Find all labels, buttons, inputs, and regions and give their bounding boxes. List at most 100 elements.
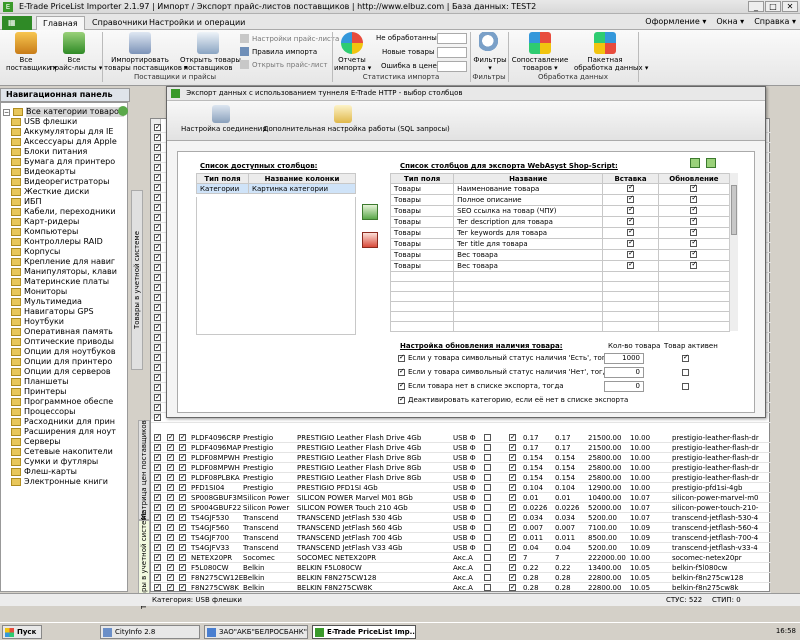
- table-row[interactable]: F5L080CW Belkin BELKIN F5L080CW Акс.А 0.22 0.…: [151, 563, 771, 573]
- row-checkbox[interactable]: [154, 153, 161, 162]
- table-row[interactable]: PLDF08MPWHPrestigio PRESTIGIO Leather Fla…: [151, 463, 771, 473]
- export-column-row[interactable]: Товары Teг keywords для товара: [389, 227, 731, 239]
- table-row[interactable]: PLDF4096CRPPrestigio PRESTIGIO Leather Fl…: [151, 433, 771, 443]
- row-checkbox[interactable]: [509, 483, 516, 492]
- export-table-scrollbar[interactable]: [729, 173, 738, 331]
- row-checkbox[interactable]: [179, 453, 186, 462]
- row-checkbox[interactable]: [509, 513, 516, 522]
- row-checkbox[interactable]: [154, 293, 161, 302]
- row-checkbox[interactable]: [167, 483, 174, 492]
- row-checkbox[interactable]: [484, 464, 491, 471]
- update-checkbox[interactable]: [690, 240, 698, 247]
- nav-tree[interactable]: − Все категории товаров USB флешки Аккуму…: [0, 102, 128, 592]
- export-columns-table[interactable]: Тип поля Название Вставка Обновление Тов…: [389, 173, 731, 332]
- nav-category-item[interactable]: Материнские платы: [11, 277, 109, 287]
- row-checkbox[interactable]: [154, 553, 161, 562]
- nav-category-item[interactable]: Сетевые накопители: [11, 447, 113, 457]
- move-down-icon[interactable]: [706, 158, 716, 168]
- row-checkbox[interactable]: [509, 503, 516, 512]
- row-checkbox[interactable]: [509, 443, 516, 452]
- nav-category-item[interactable]: Сумки и футляры: [11, 457, 98, 467]
- nav-category-item[interactable]: Компьютеры: [11, 227, 78, 237]
- export-column-row[interactable]: Товары Полное описание: [389, 194, 731, 206]
- row-checkbox[interactable]: [509, 463, 516, 472]
- row-checkbox[interactable]: [154, 523, 161, 532]
- import-goods-button[interactable]: Импортировать товары поставщиков ▾: [104, 32, 188, 72]
- row-checkbox[interactable]: [484, 444, 491, 451]
- scroll-thumb[interactable]: [731, 185, 737, 235]
- row-checkbox[interactable]: [154, 143, 161, 152]
- windows-menu[interactable]: Окна ▾: [716, 17, 744, 26]
- row-checkbox[interactable]: [154, 473, 161, 482]
- row-checkbox[interactable]: [154, 183, 161, 192]
- row-checkbox[interactable]: [167, 503, 174, 512]
- tab-settings[interactable]: Настройки и операции: [143, 16, 251, 30]
- vtab-price-matrix[interactable]: Матрица цен поставщиков: [138, 420, 150, 520]
- row-checkbox[interactable]: [509, 543, 516, 552]
- row-checkbox[interactable]: [484, 474, 491, 481]
- update-option-row[interactable]: Если у товара символьный статус наличия …: [398, 353, 615, 362]
- update-checkbox[interactable]: [690, 207, 698, 214]
- nav-category-item[interactable]: Опции для принтеро: [11, 357, 112, 367]
- theme-menu[interactable]: Оформление ▾: [645, 17, 706, 26]
- nav-category-item[interactable]: Ноутбуки: [11, 317, 64, 327]
- refresh-icon[interactable]: [118, 106, 128, 116]
- table-row[interactable]: PFD1SI04 Prestigio PRESTIGIO PFD1SI 4Gb USB…: [151, 483, 771, 493]
- row-checkbox[interactable]: [154, 483, 161, 492]
- connection-settings-button[interactable]: Настройка соединения: [181, 105, 267, 133]
- row-checkbox[interactable]: [179, 573, 186, 582]
- row-checkbox[interactable]: [154, 393, 161, 402]
- nav-category-item[interactable]: Расширения для ноут: [11, 427, 116, 437]
- table-row[interactable]: TS4GJF560 Transcend TRANSCEND JetFlash 560…: [151, 523, 771, 533]
- row-checkbox[interactable]: [179, 543, 186, 552]
- remove-column-icon[interactable]: [362, 232, 378, 248]
- row-checkbox[interactable]: [484, 564, 491, 571]
- nav-category-item[interactable]: Опции для серверов: [11, 367, 111, 377]
- option-checkbox[interactable]: [398, 367, 405, 376]
- add-column-icon[interactable]: [362, 204, 378, 220]
- row-checkbox[interactable]: [179, 533, 186, 542]
- nav-category-item[interactable]: Кабели, переходники: [11, 207, 116, 217]
- insert-checkbox[interactable]: [627, 229, 635, 236]
- row-checkbox[interactable]: [154, 503, 161, 512]
- close-button[interactable]: ✕: [782, 1, 798, 12]
- insert-checkbox[interactable]: [627, 251, 635, 258]
- row-checkbox[interactable]: [154, 453, 161, 462]
- export-column-row[interactable]: Товары Вес товара: [389, 249, 731, 261]
- nav-category-item[interactable]: Мультимедиа: [11, 297, 82, 307]
- update-checkbox[interactable]: [690, 196, 698, 203]
- row-checkbox[interactable]: [179, 483, 186, 492]
- row-checkbox[interactable]: [179, 493, 186, 502]
- update-option-row[interactable]: Деактивировать категорию, если её нет в …: [398, 395, 628, 404]
- row-checkbox[interactable]: [509, 573, 516, 582]
- row-checkbox[interactable]: [167, 533, 174, 542]
- update-checkbox[interactable]: [690, 251, 698, 258]
- nav-category-item[interactable]: Процессоры: [11, 407, 75, 417]
- export-column-row[interactable]: Товары Наименование товара: [389, 183, 731, 195]
- row-checkbox[interactable]: [484, 504, 491, 511]
- vtab-accounting-goods[interactable]: Товары в учетной системе: [131, 190, 143, 370]
- start-button[interactable]: Пуск: [2, 625, 42, 639]
- nav-category-item[interactable]: Оптические приводы: [11, 337, 114, 347]
- row-checkbox[interactable]: [167, 433, 174, 442]
- available-columns-table[interactable]: Тип поля Название колонки Категории Карти…: [196, 173, 356, 194]
- row-checkbox[interactable]: [167, 443, 174, 452]
- nav-category-item[interactable]: Опции для ноутбуков: [11, 347, 116, 357]
- qty-input[interactable]: 0: [604, 381, 644, 392]
- reports-button[interactable]: Отчеты импорта ▾: [334, 32, 371, 72]
- vtab-accounting-goods-2[interactable]: Товары в учетной системе: [138, 511, 150, 609]
- nav-category-item[interactable]: Аксессуары для Apple: [11, 137, 117, 147]
- row-checkbox[interactable]: [154, 583, 161, 592]
- taskbar-etrade[interactable]: E-Trade PriceList Imp...: [312, 625, 416, 639]
- nav-category-item[interactable]: Оперативная память: [11, 327, 113, 337]
- row-checkbox[interactable]: [509, 583, 516, 592]
- new-goods-filter[interactable]: Новые товары: [382, 48, 434, 56]
- move-up-icon[interactable]: [690, 158, 700, 168]
- all-pricelists-button[interactable]: Все прайс-листы ▾: [50, 32, 102, 72]
- batch-processing-button[interactable]: Пакетная обработка данных ▾: [574, 32, 648, 72]
- row-checkbox[interactable]: [154, 493, 161, 502]
- table-row[interactable]: PLDF08MPWHPrestigio PRESTIGIO Leather Fla…: [151, 453, 771, 463]
- nav-category-item[interactable]: Принтеры: [11, 387, 67, 397]
- row-checkbox[interactable]: [154, 243, 161, 252]
- nav-category-item[interactable]: Карт-ридеры: [11, 217, 79, 227]
